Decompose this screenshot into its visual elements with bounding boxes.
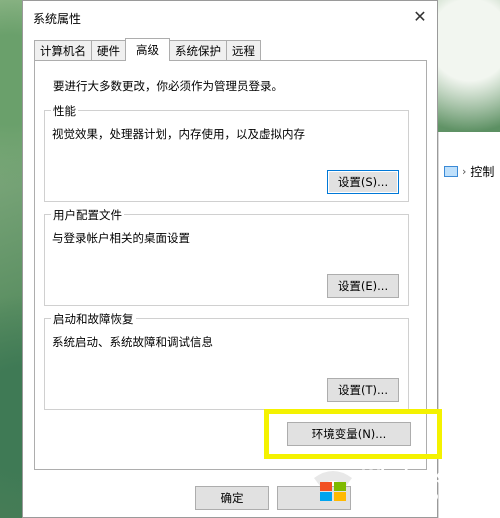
tab-hardware[interactable]: 硬件: [91, 40, 125, 60]
tab-advanced[interactable]: 高级: [125, 38, 170, 61]
watermark-url: www.bjjmlv.com: [364, 489, 449, 503]
admin-notice: 要进行大多数更改，你必须作为管理员登录。: [53, 79, 283, 93]
user-profiles-settings-button[interactable]: 设置(E)...: [327, 274, 399, 298]
highlight-box: [264, 409, 442, 459]
breadcrumb-label: 控制: [470, 165, 495, 179]
window-title: 系统属性: [33, 12, 82, 26]
startup-recovery-legend: 启动和故障恢复: [51, 311, 136, 327]
performance-legend: 性能: [51, 103, 78, 119]
startup-recovery-description: 系统启动、系统故障和调试信息: [52, 335, 213, 349]
watermark-chinese: 系统之家: [450, 468, 500, 487]
performance-description: 视觉效果，处理器计划，内存使用，以及虚拟内存: [52, 127, 305, 141]
close-icon[interactable]: ✕: [405, 2, 435, 30]
watermark-brand: Windows: [362, 467, 447, 488]
watermark-title: Windows系统之家: [362, 463, 500, 489]
ok-button[interactable]: 确定: [195, 486, 269, 510]
chevron-right-icon: ›: [462, 165, 467, 178]
startup-recovery-group: 启动和故障恢复 系统启动、系统故障和调试信息 设置(T)...: [44, 311, 409, 410]
background-explorer-window: [438, 132, 500, 518]
tab-bar: 计算机名 硬件 高级 系统保护 远程: [34, 38, 261, 61]
tab-system-protection[interactable]: 系统保护: [170, 40, 226, 60]
startup-recovery-settings-button[interactable]: 设置(T)...: [327, 378, 399, 402]
computer-icon: [444, 166, 458, 177]
user-profiles-group: 用户配置文件 与登录帐户相关的桌面设置 设置(E)...: [44, 207, 409, 306]
user-profiles-description: 与登录帐户相关的桌面设置: [52, 231, 190, 245]
tab-computer-name[interactable]: 计算机名: [34, 40, 91, 60]
performance-group: 性能 视觉效果，处理器计划，内存使用，以及虚拟内存 设置(S)...: [44, 103, 409, 202]
watermark: Windows系统之家 www.bjjmlv.com: [310, 462, 500, 504]
windows-logo-icon: [314, 471, 352, 501]
user-profiles-legend: 用户配置文件: [51, 207, 124, 223]
performance-settings-button[interactable]: 设置(S)...: [327, 170, 399, 194]
watermark-text: Windows系统之家 www.bjjmlv.com: [362, 463, 500, 503]
background-breadcrumb[interactable]: › 控制: [444, 163, 494, 180]
tab-remote[interactable]: 远程: [226, 40, 261, 60]
